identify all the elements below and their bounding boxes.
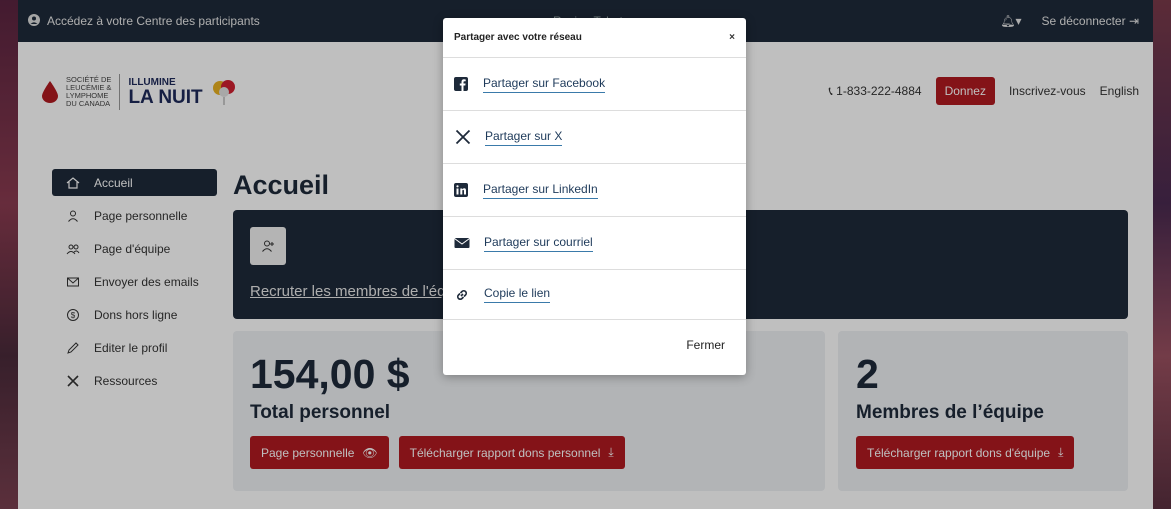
share-linkedin[interactable]: Partager sur LinkedIn bbox=[443, 164, 746, 217]
share-x-label: Partager sur X bbox=[485, 129, 563, 146]
close-icon[interactable]: × bbox=[729, 32, 735, 43]
share-email-label: Partager sur courriel bbox=[484, 235, 593, 252]
share-facebook-label: Partager sur Facebook bbox=[483, 76, 606, 93]
modal-footer: Fermer bbox=[443, 320, 746, 370]
modal-title: Partager avec votre réseau bbox=[454, 32, 582, 43]
share-modal: Partager avec votre réseau × Partager su… bbox=[443, 18, 746, 375]
share-facebook[interactable]: Partager sur Facebook bbox=[443, 58, 746, 111]
copy-link[interactable]: Copie le lien bbox=[443, 270, 746, 320]
link-icon bbox=[457, 289, 467, 300]
share-email[interactable]: Partager sur courriel bbox=[443, 217, 746, 270]
share-linkedin-label: Partager sur LinkedIn bbox=[483, 182, 598, 199]
linkedin-icon bbox=[454, 183, 468, 197]
close-modal-button[interactable]: Fermer bbox=[686, 338, 725, 352]
x-icon bbox=[455, 129, 471, 145]
modal-header: Partager avec votre réseau × bbox=[443, 18, 746, 58]
facebook-icon bbox=[454, 77, 468, 91]
share-x[interactable]: Partager sur X bbox=[443, 111, 746, 164]
copy-link-label: Copie le lien bbox=[484, 286, 551, 303]
envelope-icon bbox=[454, 238, 470, 248]
